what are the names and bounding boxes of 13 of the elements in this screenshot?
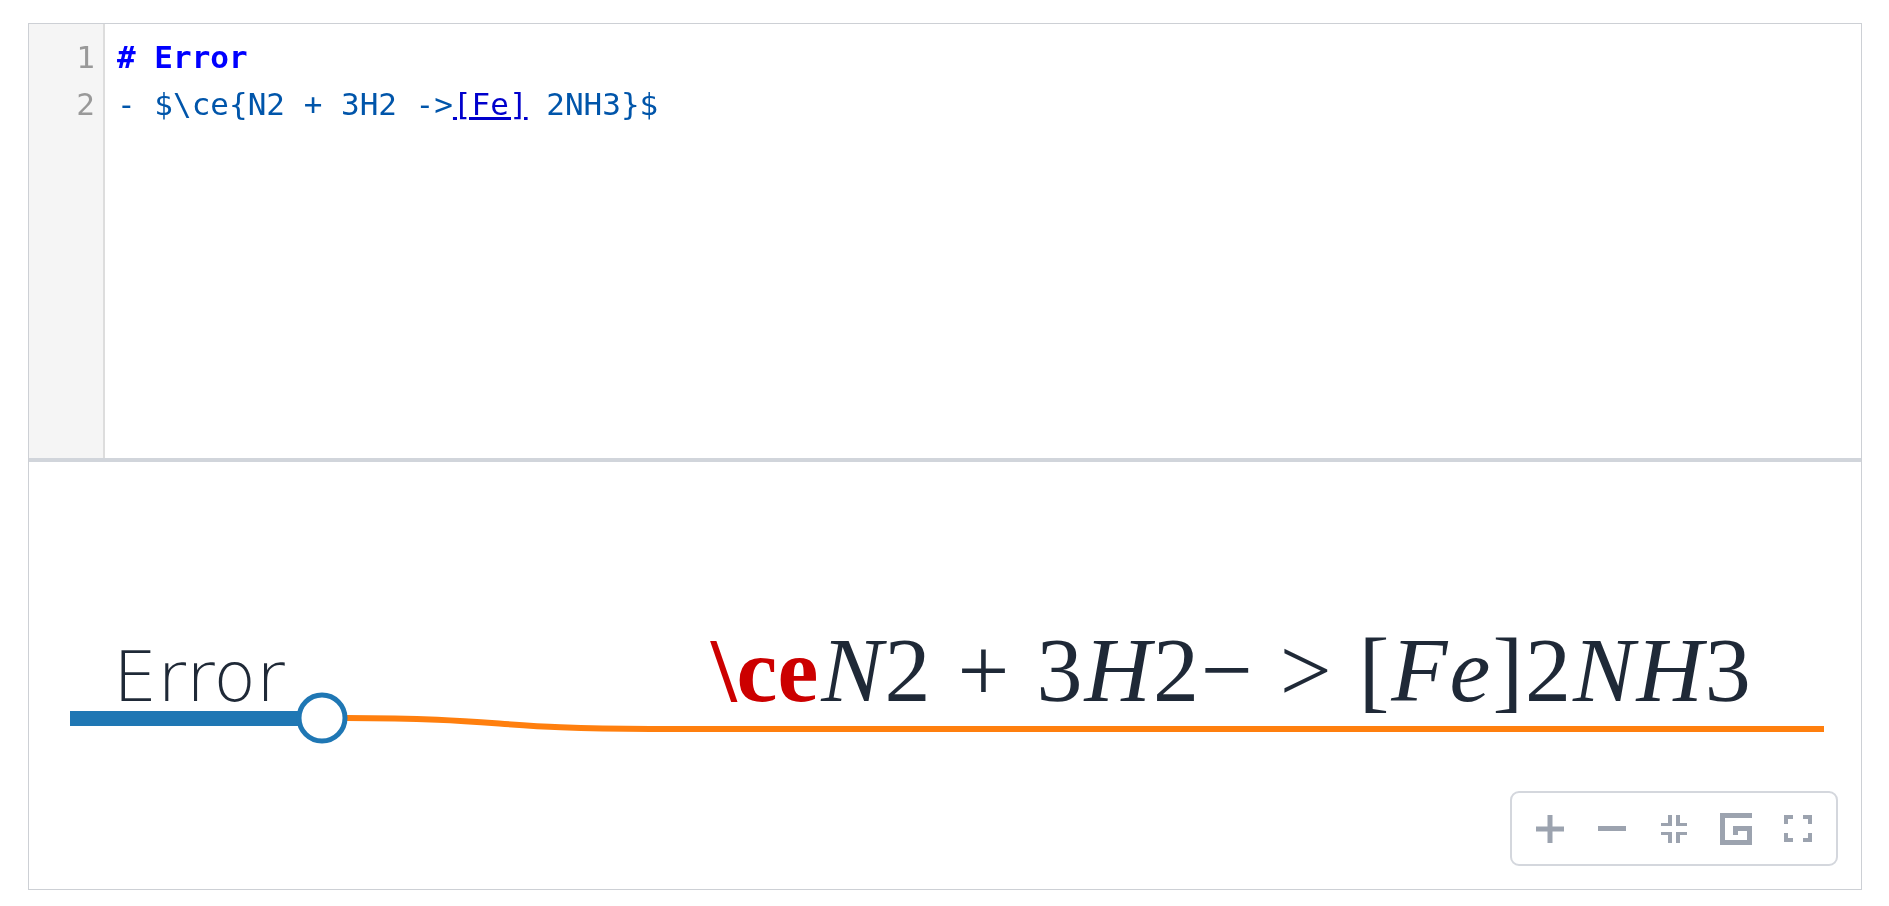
line-number: 2 — [76, 85, 95, 124]
toggle-circle-icon[interactable] — [296, 692, 348, 744]
outward-corners-icon — [1784, 815, 1812, 842]
node-label: Error — [113, 642, 285, 712]
square-spiral-icon — [1720, 812, 1752, 845]
code-line: # Error — [117, 38, 248, 77]
undefined-command-text: \ce — [711, 624, 819, 716]
minus-icon — [1598, 826, 1626, 831]
code-line: - $\ce{N2 + 3H2 ->[Fe] 2NH3}$ — [117, 85, 659, 124]
inward-corners-icon — [1661, 814, 1687, 843]
math-expression: N2 + 3H2− > [Fe]2NH3 — [821, 624, 1753, 716]
plus-icon — [1536, 814, 1564, 843]
line-number: 1 — [76, 38, 95, 77]
